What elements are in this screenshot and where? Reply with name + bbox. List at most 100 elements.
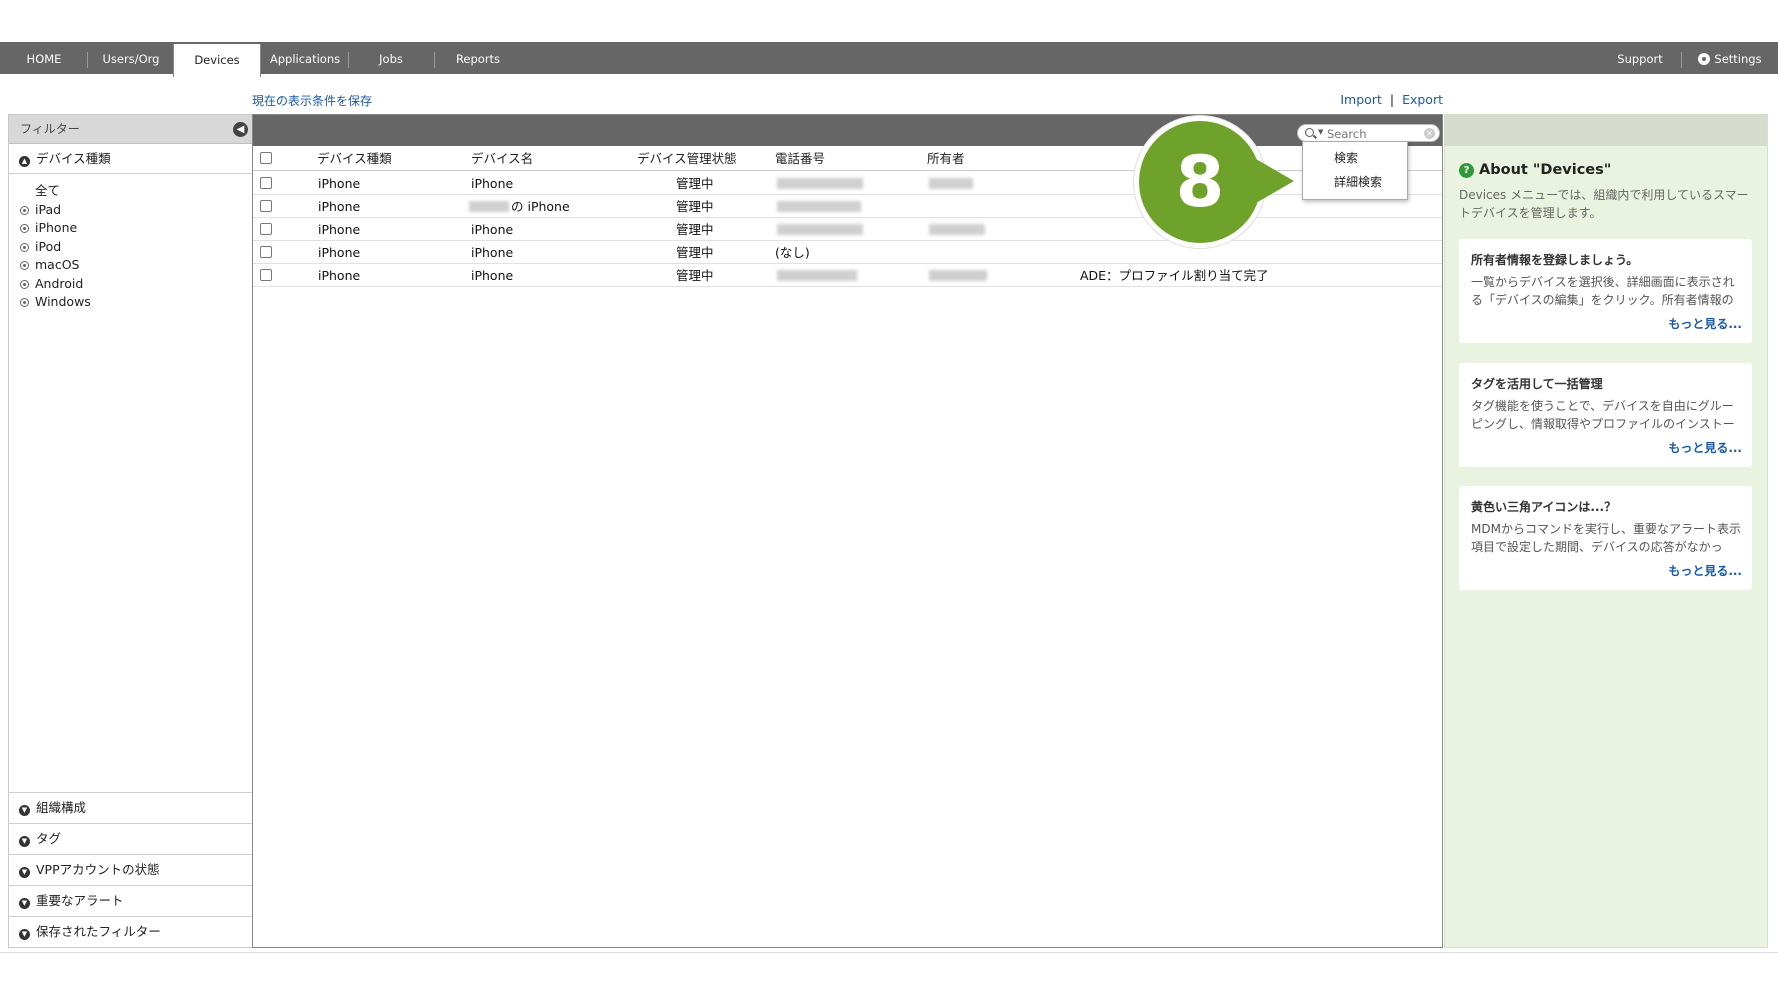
tip-card: 所有者情報を登録しましょう。 一覧からデバイスを選択後、詳細画面に表示される「デ… xyxy=(1459,239,1752,343)
dropdown-caret-icon[interactable]: ▼ xyxy=(1318,128,1323,136)
import-link[interactable]: Import xyxy=(1340,92,1382,107)
tip-body: MDMからコマンドを実行し、重要なアラート表示項目で設定した期間、デバイスの応答… xyxy=(1471,522,1741,554)
cell-status: 管理中 xyxy=(676,245,714,260)
tip-more-link[interactable]: もっと見る... xyxy=(1668,562,1742,579)
nav-home[interactable]: HOME xyxy=(14,42,74,74)
export-link[interactable]: Export xyxy=(1402,92,1443,107)
device-type-windows[interactable]: Windows xyxy=(9,293,252,312)
tip-more-link[interactable]: もっと見る... xyxy=(1668,439,1742,456)
filter-section-label: 重要なアラート xyxy=(36,893,124,908)
filter-section-label: タグ xyxy=(36,831,62,846)
cell-device-name: iPhone xyxy=(471,222,514,237)
cell-device-name: の iPhone xyxy=(511,199,570,214)
save-filter-link[interactable]: 現在の表示条件を保存 xyxy=(252,92,372,109)
filter-section-saved[interactable]: ▼ 保存されたフィルター xyxy=(9,916,252,947)
filter-section-tags[interactable]: ▼ タグ xyxy=(9,823,252,854)
cell-device-name: iPhone xyxy=(471,176,514,191)
cell-device-type: iPhone xyxy=(318,199,361,214)
column-header-status[interactable]: デバイス管理状態 xyxy=(637,146,737,171)
nav-divider xyxy=(348,52,349,68)
device-type-all[interactable]: 全て xyxy=(9,182,252,201)
device-type-ipad[interactable]: iPad xyxy=(9,201,252,220)
nav-divider xyxy=(87,52,88,68)
step-callout: 8 xyxy=(1134,116,1266,248)
cell-device-name: iPhone xyxy=(471,268,514,283)
cell-status: 管理中 xyxy=(676,176,714,191)
about-title: ? About "Devices" xyxy=(1459,162,1611,178)
search-dropdown-menu: 検索 詳細検索 xyxy=(1302,141,1408,200)
menu-item-search[interactable]: 検索 xyxy=(1303,146,1407,170)
device-type-label: macOS xyxy=(35,257,80,272)
filter-section-alerts[interactable]: ▼ 重要なアラート xyxy=(9,885,252,916)
tip-body: タグ機能を使うことで、デバイスを自由にグルーピングし、情報取得やプロファイルのイ… xyxy=(1471,399,1735,431)
device-type-label: iPod xyxy=(35,238,62,254)
column-header-device-name[interactable]: デバイス名 xyxy=(471,146,533,171)
nav-users-org[interactable]: Users/Org xyxy=(94,42,168,74)
row-checkbox[interactable] xyxy=(260,246,272,258)
nav-devices[interactable]: Devices xyxy=(173,44,261,77)
about-panel: ? About "Devices" Devices メニューでは、組織内で利用して… xyxy=(1444,114,1768,948)
filter-section-label: 組織構成 xyxy=(36,800,87,815)
device-type-label: Windows xyxy=(35,294,91,309)
filter-section-org[interactable]: ▼ 組織構成 xyxy=(9,792,252,823)
cell-device-name: iPhone xyxy=(471,245,514,260)
tip-more-link[interactable]: もっと見る... xyxy=(1668,315,1742,332)
nav-applications[interactable]: Applications xyxy=(266,42,344,74)
radio-icon xyxy=(20,279,29,289)
cell-device-type: iPhone xyxy=(318,176,361,191)
cell-device-type: iPhone xyxy=(318,222,361,237)
search-icon[interactable] xyxy=(1305,128,1314,137)
row-checkbox[interactable] xyxy=(260,269,272,281)
nav-settings[interactable]: Settings xyxy=(1692,42,1768,74)
row-checkbox[interactable] xyxy=(260,200,272,212)
redacted-phone xyxy=(777,224,863,235)
redacted-owner xyxy=(929,270,987,281)
device-type-macos[interactable]: macOS xyxy=(9,256,252,275)
search-input[interactable] xyxy=(1327,126,1421,141)
chevron-down-icon: ▼ xyxy=(19,929,30,940)
nav-jobs[interactable]: Jobs xyxy=(356,42,426,74)
nav-settings-label: Settings xyxy=(1714,52,1762,66)
tip-title: 所有者情報を登録しましょう。 xyxy=(1471,253,1639,267)
table-row[interactable]: iPhone iPhone 管理中 ADE：プロファイル割り当て完了 xyxy=(253,264,1442,287)
column-header-device-type[interactable]: デバイス種類 xyxy=(317,146,392,171)
device-type-iphone[interactable]: iPhone xyxy=(9,219,252,238)
search-box[interactable]: ▼ ✕ xyxy=(1297,124,1440,142)
radio-icon xyxy=(20,261,29,270)
help-icon: ? xyxy=(1459,163,1474,178)
chevron-up-icon: ▲ xyxy=(19,156,30,167)
column-header-phone[interactable]: 電話番号 xyxy=(775,146,825,171)
table-row[interactable]: iPhone iPhone 管理中 xyxy=(253,218,1442,241)
table-row[interactable]: iPhone iPhone 管理中 (なし) xyxy=(253,241,1442,264)
cell-status: 管理中 xyxy=(676,222,714,237)
row-checkbox[interactable] xyxy=(260,177,272,189)
redacted-phone xyxy=(777,178,863,189)
device-type-label: iPhone xyxy=(35,220,78,235)
filter-section-vpp[interactable]: ▼ VPPアカウントの状態 xyxy=(9,854,252,885)
filter-section-label: デバイス種類 xyxy=(36,151,111,166)
filter-title: フィルター xyxy=(20,122,80,136)
select-all-checkbox[interactable] xyxy=(260,152,272,164)
device-type-ipod[interactable]: iPod xyxy=(9,238,252,257)
cell-status: 管理中 xyxy=(676,268,714,283)
chevron-down-icon: ▼ xyxy=(19,805,30,816)
collapse-arrow-icon[interactable]: ◀ xyxy=(233,122,248,137)
filter-header: フィルター ◀ xyxy=(9,115,252,144)
nav-reports[interactable]: Reports xyxy=(442,42,514,74)
step-number: 8 xyxy=(1175,141,1225,223)
about-description: Devices メニューでは、組織内で利用しているスマートデバイスを管理します。 xyxy=(1459,188,1749,220)
clear-icon[interactable]: ✕ xyxy=(1424,128,1435,139)
radio-icon xyxy=(20,205,29,215)
filter-section-label: VPPアカウントの状態 xyxy=(36,862,160,877)
column-header-owner[interactable]: 所有者 xyxy=(927,146,965,171)
about-title-text: About "Devices" xyxy=(1479,162,1612,178)
nav-support[interactable]: Support xyxy=(1610,42,1670,74)
tip-title: 黄色い三角アイコンは...？ xyxy=(1471,500,1617,514)
link-separator: | xyxy=(1389,92,1395,107)
cell-device-type: iPhone xyxy=(318,245,361,260)
menu-item-advanced-search[interactable]: 詳細検索 xyxy=(1303,170,1407,194)
filter-section-device-type[interactable]: ▲ デバイス種類 xyxy=(9,144,252,174)
chevron-down-icon: ▼ xyxy=(19,867,30,878)
device-type-android[interactable]: Android xyxy=(9,275,252,294)
row-checkbox[interactable] xyxy=(260,223,272,235)
